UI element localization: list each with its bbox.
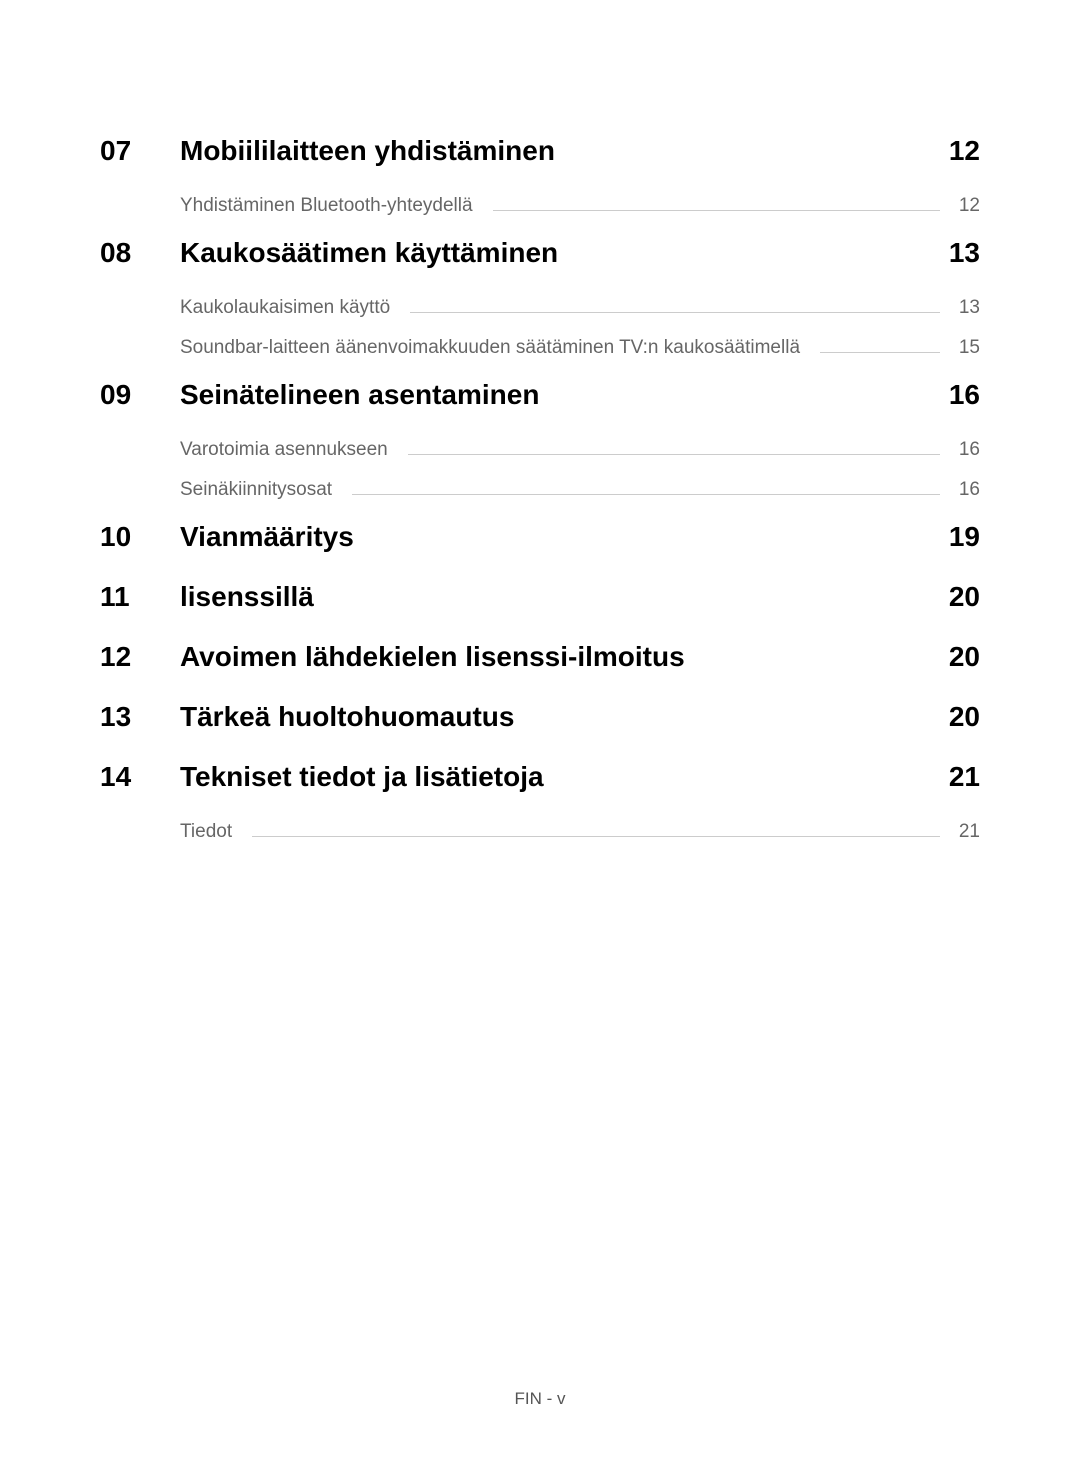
section-page: 13	[920, 237, 980, 269]
toc-sub-item: Kaukolaukaisimen käyttö 13	[180, 297, 980, 319]
toc-sub-item: Yhdistäminen Bluetooth-yhteydellä 12	[180, 195, 980, 217]
section-title: Tärkeä huoltohuomautus	[180, 701, 920, 733]
section-title: Seinätelineen asentaminen	[180, 379, 920, 411]
toc-section: 12 Avoimen lähdekielen lisenssi-ilmoitus…	[100, 641, 980, 673]
section-number: 07	[100, 135, 180, 167]
section-page: 20	[920, 701, 980, 733]
section-page: 12	[920, 135, 980, 167]
section-title: Kaukosäätimen käyttäminen	[180, 237, 920, 269]
leader-line	[820, 352, 940, 353]
section-number: 11	[100, 581, 180, 613]
toc-sub-item: Seinäkiinnitysosat 16	[180, 479, 980, 501]
section-title: Vianmääritys	[180, 521, 920, 553]
leader-line	[352, 494, 940, 495]
section-page: 21	[920, 761, 980, 793]
page-footer: FIN - v	[0, 1389, 1080, 1409]
sub-page: 15	[950, 337, 980, 359]
section-number: 09	[100, 379, 180, 411]
sub-title: Seinäkiinnitysosat	[180, 479, 342, 501]
toc-section: 10 Vianmääritys 19	[100, 521, 980, 553]
section-page: 20	[920, 641, 980, 673]
section-number: 10	[100, 521, 180, 553]
sub-page: 12	[950, 195, 980, 217]
sub-title: Varotoimia asennukseen	[180, 439, 398, 461]
section-title: Avoimen lähdekielen lisenssi-ilmoitus	[180, 641, 920, 673]
sub-title: Tiedot	[180, 821, 242, 843]
sub-page: 16	[950, 479, 980, 501]
leader-line	[493, 210, 940, 211]
toc-section: 13 Tärkeä huoltohuomautus 20	[100, 701, 980, 733]
toc-sub-item: Soundbar-laitteen äänenvoimakkuuden säät…	[180, 337, 980, 359]
toc-section: 14 Tekniset tiedot ja lisätietoja 21	[100, 761, 980, 793]
sub-title: Yhdistäminen Bluetooth-yhteydellä	[180, 195, 483, 217]
toc-section: 11 lisenssillä 20	[100, 581, 980, 613]
toc-section: 08 Kaukosäätimen käyttäminen 13	[100, 237, 980, 269]
table-of-contents: 07 Mobiililaitteen yhdistäminen 12 Yhdis…	[0, 0, 1080, 843]
section-number: 13	[100, 701, 180, 733]
sub-page: 13	[950, 297, 980, 319]
toc-sub-item: Varotoimia asennukseen 16	[180, 439, 980, 461]
section-title: Mobiililaitteen yhdistäminen	[180, 135, 920, 167]
section-page: 19	[920, 521, 980, 553]
section-page: 16	[920, 379, 980, 411]
section-title: lisenssillä	[180, 581, 920, 613]
sub-title: Kaukolaukaisimen käyttö	[180, 297, 400, 319]
toc-section: 09 Seinätelineen asentaminen 16	[100, 379, 980, 411]
sub-title: Soundbar-laitteen äänenvoimakkuuden säät…	[180, 337, 810, 359]
section-number: 12	[100, 641, 180, 673]
leader-line	[252, 836, 940, 837]
sub-page: 16	[950, 439, 980, 461]
section-number: 08	[100, 237, 180, 269]
section-number: 14	[100, 761, 180, 793]
leader-line	[408, 454, 940, 455]
toc-section: 07 Mobiililaitteen yhdistäminen 12	[100, 135, 980, 167]
leader-line	[410, 312, 940, 313]
section-title: Tekniset tiedot ja lisätietoja	[180, 761, 920, 793]
sub-page: 21	[950, 821, 980, 843]
toc-sub-item: Tiedot 21	[180, 821, 980, 843]
section-page: 20	[920, 581, 980, 613]
